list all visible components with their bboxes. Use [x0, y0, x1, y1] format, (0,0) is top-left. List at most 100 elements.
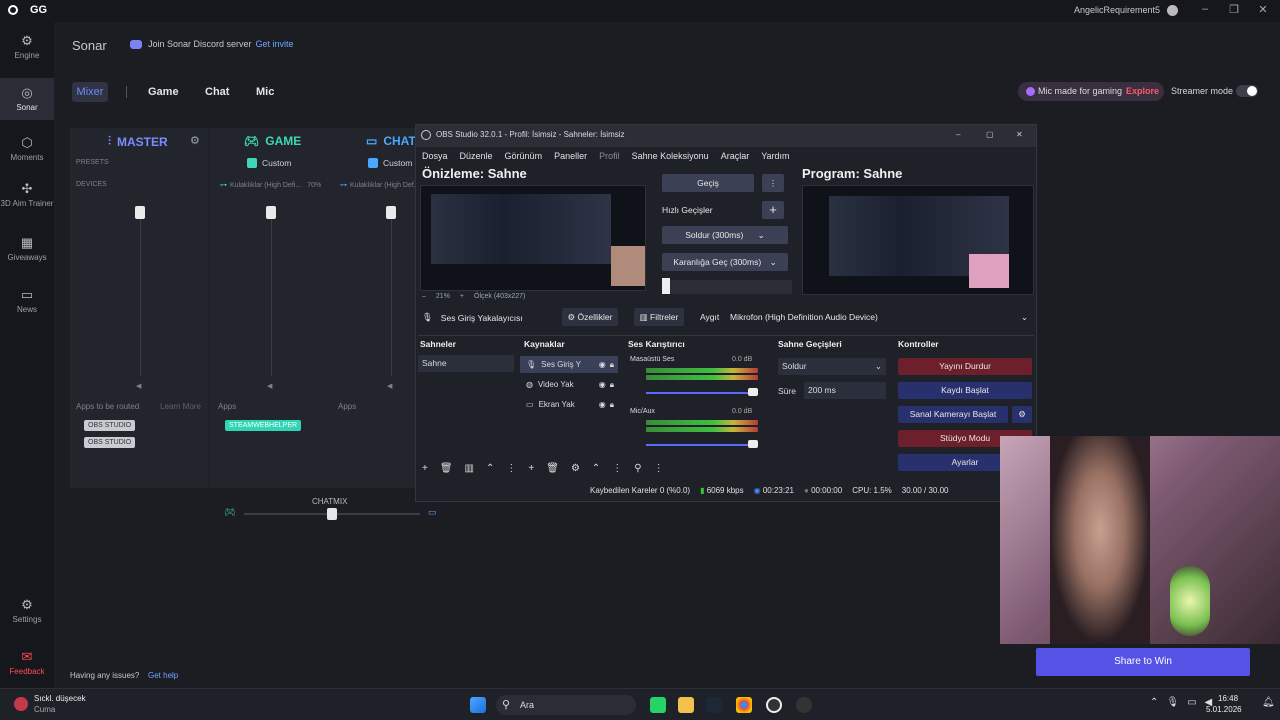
minimize-icon[interactable]: –	[1196, 3, 1214, 19]
close-icon[interactable]: ✕	[1016, 125, 1023, 145]
chatmix-slider-knob[interactable]	[327, 508, 337, 520]
menu-item[interactable]: Yardım	[761, 151, 789, 161]
maximize-icon[interactable]: ▢	[986, 125, 994, 145]
desktop-volume-slider[interactable]	[646, 392, 758, 394]
menu-item[interactable]: Profil	[599, 151, 620, 161]
trash-icon[interactable]: 🗑︎	[546, 463, 559, 474]
vcam-settings-icon[interactable]: ⚙	[1012, 406, 1032, 423]
app-badge-obs[interactable]: OBS STUDIO	[84, 420, 136, 431]
sidebar-item-moments[interactable]: ⬡ Moments	[0, 136, 54, 172]
transition-type-select[interactable]: Soldur ⌄	[778, 358, 886, 375]
clock-time[interactable]: 16:48	[1218, 694, 1238, 703]
tab-mixer[interactable]: Mixer	[72, 82, 108, 102]
tab-game[interactable]: Game	[148, 86, 179, 98]
app-badge-steamwebhelper[interactable]: STEAMWEBHELPER	[225, 420, 302, 431]
sidebar-item-settings[interactable]: ⚙ Settings	[0, 598, 54, 634]
tab-chat[interactable]: Chat	[205, 86, 229, 98]
chat-volume-icon[interactable]: ◀	[387, 382, 392, 390]
game-device[interactable]: ⊶ Kulaklıklar (High Defi... 70%	[220, 181, 321, 190]
zoom-out-icon[interactable]: –	[422, 293, 426, 300]
add-icon[interactable]: +	[422, 463, 428, 474]
more-icon[interactable]: ⋮	[654, 463, 664, 474]
fade-transition-select[interactable]: Soldur (300ms) ⌄	[662, 226, 788, 244]
sidebar-item-giveaways[interactable]: ▦ Giveaways	[0, 236, 54, 272]
trash-icon[interactable]: 🗑︎	[440, 463, 453, 474]
transition-button[interactable]: Geçiş	[662, 174, 754, 192]
close-icon[interactable]: ✕	[1254, 3, 1272, 19]
add-icon[interactable]: +	[528, 463, 534, 474]
app-badge-obs[interactable]: OBS STUDIO	[84, 437, 136, 448]
chevron-up-icon[interactable]: ⌃	[486, 463, 494, 474]
chevron-up-icon[interactable]: ⌃	[592, 463, 600, 474]
sidebar-item-feedback[interactable]: ✉ Feedback	[0, 650, 54, 686]
mic-volume-knob[interactable]	[748, 440, 758, 448]
folder-icon[interactable]	[678, 697, 694, 713]
device-select[interactable]: Mikrofon (High Definition Audio Device) ⌄	[726, 308, 1034, 326]
start-recording-button[interactable]: Kaydı Başlat	[898, 382, 1032, 399]
filter-icon[interactable]: ▥	[465, 463, 474, 474]
taskbar-search[interactable]: ⚲ Ara	[496, 695, 636, 715]
desktop-volume-knob[interactable]	[748, 388, 758, 396]
menu-item[interactable]: Sahne Koleksiyonu	[632, 151, 709, 161]
weather-title[interactable]: Sıckl. düşecek	[34, 694, 86, 703]
menu-item[interactable]: Görünüm	[505, 151, 543, 161]
game-preset[interactable]: Custom	[247, 158, 291, 168]
filters-button[interactable]: ▥ Filtreler	[634, 308, 684, 326]
sidebar-item-sonar[interactable]: ◎ Sonar	[0, 78, 54, 120]
add-transition-icon[interactable]: +	[762, 201, 784, 219]
mic-volume-slider[interactable]	[646, 444, 758, 446]
menu-item[interactable]: Düzenle	[460, 151, 493, 161]
share-to-win-button[interactable]: Share to Win	[1036, 648, 1250, 676]
promo-banner[interactable]: Mic made for gaming Explore	[1018, 82, 1164, 101]
eye-icon[interactable]: ◉	[599, 400, 606, 409]
eye-icon[interactable]: ◉	[599, 380, 606, 389]
more-icon[interactable]: ⋮	[506, 463, 516, 474]
sidebar-item-engine[interactable]: ⚙ Engine	[0, 34, 54, 70]
menu-item[interactable]: Araçlar	[721, 151, 750, 161]
gear-icon[interactable]: ⚙	[571, 463, 580, 474]
minimize-icon[interactable]: –	[956, 125, 960, 145]
game-slider-knob[interactable]	[266, 206, 276, 219]
learn-more-link[interactable]: Learn More	[160, 402, 201, 411]
menu-item[interactable]: Dosya	[422, 151, 448, 161]
chat-slider-knob[interactable]	[386, 206, 396, 219]
lock-icon[interactable]: 🔒︎	[610, 400, 614, 410]
windows-start-icon[interactable]	[470, 697, 486, 713]
source-item-screen[interactable]: ▭ Ekran Yak ◉ 🔒︎	[520, 396, 618, 413]
tab-mic[interactable]: Mic	[256, 86, 274, 98]
chat-device[interactable]: ⊶ Kulaklıklar (High Def...	[340, 181, 420, 190]
link-icon[interactable]: ⚲	[634, 463, 641, 474]
master-settings-icon[interactable]: ⚙	[190, 134, 200, 147]
streamer-mode-toggle[interactable]	[1236, 85, 1258, 97]
lock-icon[interactable]: 🔒︎	[610, 360, 614, 370]
steam-icon[interactable]	[706, 697, 722, 713]
stop-stream-button[interactable]: Yayını Durdur	[898, 358, 1032, 375]
source-item-video[interactable]: ◍ Video Yak ◉ 🔒︎	[520, 376, 618, 393]
eye-icon[interactable]: ◉	[599, 360, 606, 369]
menu-item[interactable]: Paneller	[554, 151, 587, 161]
explore-link[interactable]: Explore	[1126, 86, 1159, 96]
zoom-in-icon[interactable]: +	[460, 293, 464, 300]
source-item-mic[interactable]: 🎙︎ Ses Giriş Y ◉ 🔒︎	[520, 356, 618, 373]
lock-icon[interactable]: 🔒︎	[610, 380, 614, 390]
steelseries-icon[interactable]	[796, 697, 812, 713]
transition-menu-icon[interactable]: ⋮	[762, 174, 784, 192]
get-help-link[interactable]: Get help	[148, 671, 178, 680]
duration-input[interactable]: 200 ms	[804, 382, 886, 399]
master-volume-icon[interactable]: ◀	[136, 382, 141, 390]
avatar[interactable]	[1167, 5, 1178, 16]
chat-preset[interactable]: Custom	[368, 158, 412, 168]
obs-taskbar-icon[interactable]	[766, 697, 782, 713]
chrome-icon[interactable]	[736, 697, 752, 713]
maximize-icon[interactable]: ❐	[1225, 3, 1243, 19]
sidebar-item-news[interactable]: ▭ News	[0, 288, 54, 324]
more-icon[interactable]: ⋮	[612, 463, 622, 474]
notification-icon[interactable]: 🔔︎	[1262, 697, 1275, 708]
sidebar-item-aim[interactable]: ✣ 3D Aim Trainer	[0, 182, 54, 224]
get-invite-link[interactable]: Get invite	[256, 39, 294, 49]
master-slider-knob[interactable]	[135, 206, 145, 219]
properties-button[interactable]: ⚙ Özellikler	[562, 308, 618, 326]
whatsapp-icon[interactable]	[650, 697, 666, 713]
fade-black-select[interactable]: Karanlığa Geç (300ms) ⌄	[662, 253, 788, 271]
game-volume-icon[interactable]: ◀	[267, 382, 272, 390]
